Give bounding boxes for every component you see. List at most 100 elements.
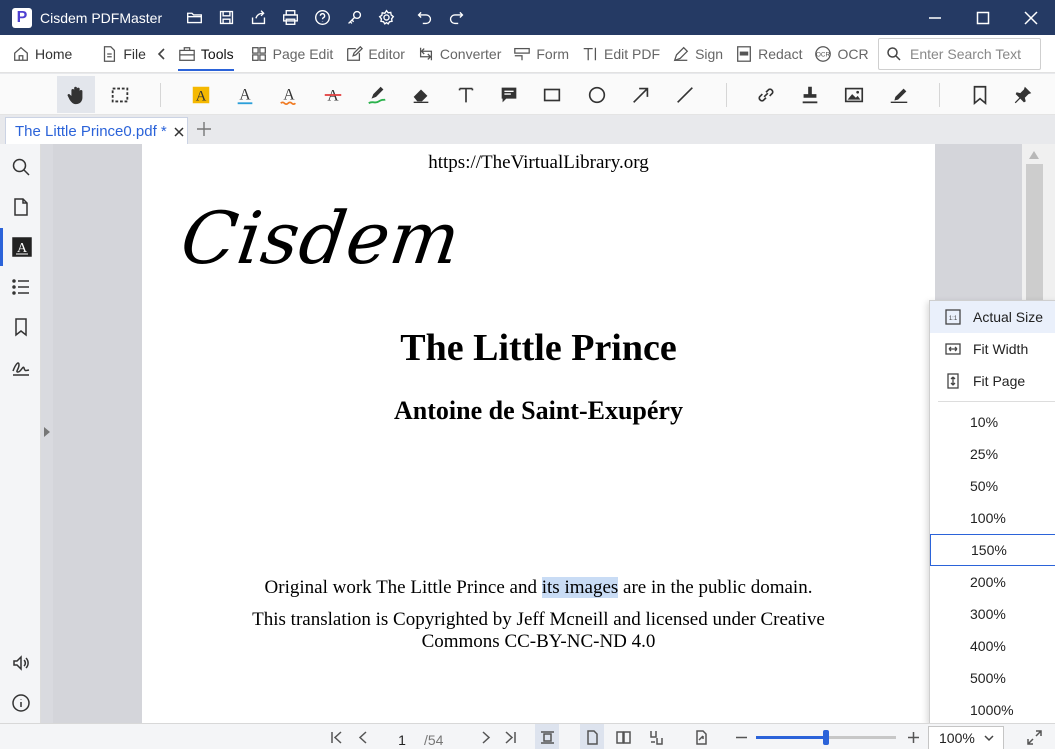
menu-sign[interactable]: Sign (666, 35, 729, 73)
arrow-icon[interactable] (622, 76, 660, 113)
menu-ocr[interactable]: OCR OCR (808, 35, 874, 73)
search-input[interactable] (910, 46, 1035, 62)
image-icon[interactable] (835, 76, 873, 113)
hand-tool-icon[interactable] (57, 76, 95, 113)
document-tab[interactable]: The Little Prince0.pdf * (5, 117, 188, 144)
zoom-option[interactable]: 300% (930, 598, 1055, 630)
home-icon (14, 46, 28, 61)
scroll-view-icon[interactable] (644, 724, 668, 749)
signature-icon[interactable] (0, 348, 41, 386)
menu-scroll-left-icon[interactable] (152, 35, 172, 73)
fullscreen-icon[interactable] (1022, 724, 1046, 749)
read-aloud-icon[interactable] (0, 644, 41, 682)
first-page-icon[interactable] (325, 724, 347, 749)
bookmark-icon[interactable] (961, 76, 999, 113)
squiggly-text-icon[interactable]: A (270, 76, 308, 113)
zoom-option[interactable]: 50% (930, 470, 1055, 502)
zoom-option[interactable]: 10% (930, 406, 1055, 438)
search-icon[interactable] (0, 148, 41, 186)
settings-icon[interactable] (370, 0, 402, 35)
menu-file[interactable]: File (94, 35, 152, 73)
scroll-up-icon[interactable] (1028, 147, 1044, 159)
comment-note-icon[interactable] (490, 76, 528, 113)
minimize-icon[interactable] (911, 0, 959, 35)
save-icon[interactable] (210, 0, 242, 35)
line-icon[interactable] (666, 76, 704, 113)
menu-form[interactable]: Form (507, 35, 575, 73)
pdf-page[interactable]: https://TheVirtualLibrary.org Cisdem The… (142, 144, 935, 723)
close-icon[interactable] (1007, 0, 1055, 35)
two-page-view-icon[interactable] (611, 724, 635, 749)
add-tab-icon[interactable] (196, 121, 214, 139)
zoom-slider-handle[interactable] (823, 730, 829, 745)
zoom-option[interactable]: 400% (930, 630, 1055, 662)
menu-converter[interactable]: Converter (411, 35, 507, 73)
zoom-out-icon[interactable] (731, 724, 751, 749)
zoom-actual-size[interactable]: 1:1 Actual Size (930, 301, 1055, 333)
menu-editor[interactable]: Editor (339, 35, 411, 73)
zoom-slider[interactable] (756, 730, 896, 745)
scrollbar-thumb[interactable] (1026, 164, 1043, 304)
page-thumbnail-icon[interactable] (0, 188, 41, 226)
rotate-page-icon[interactable] (690, 724, 712, 749)
zoom-in-icon[interactable] (903, 724, 923, 749)
menu-page-edit[interactable]: Page Edit (244, 35, 340, 73)
zoom-option[interactable]: 100% (930, 502, 1055, 534)
menu-tools[interactable]: Tools (172, 35, 240, 73)
zoom-option[interactable]: 200% (930, 566, 1055, 598)
text-box-icon[interactable] (447, 76, 485, 113)
zoom-fit-page[interactable]: Fit Page (930, 365, 1055, 397)
sidebar-collapse-handle[interactable] (41, 144, 53, 723)
open-folder-icon[interactable] (178, 0, 210, 35)
link-icon[interactable] (747, 76, 785, 113)
single-page-view-icon[interactable] (580, 724, 604, 749)
print-icon[interactable] (274, 0, 306, 35)
zoom-fit-width[interactable]: Fit Width (930, 333, 1055, 365)
current-page-input[interactable]: 1 (385, 727, 419, 749)
bookmark-icon[interactable] (0, 308, 41, 346)
actual-size-icon: 1:1 (945, 309, 961, 325)
book-author: Antoine de Saint-Exupéry (394, 396, 683, 425)
undo-icon[interactable] (408, 0, 440, 35)
rectangle-icon[interactable] (533, 76, 571, 113)
menu-sign-label: Sign (695, 45, 724, 62)
menu-redact[interactable]: Redact (729, 35, 808, 73)
eraser-icon[interactable] (402, 76, 440, 113)
highlighted-text[interactable]: its images (541, 577, 619, 598)
menu-edit-pdf[interactable]: Edit PDF (575, 35, 666, 73)
ellipse-icon[interactable] (578, 76, 616, 113)
zoom-select[interactable]: 100% (928, 726, 1004, 749)
outline-list-icon[interactable] (0, 268, 41, 306)
pin-icon[interactable] (1004, 76, 1042, 113)
menu-home[interactable]: Home (6, 35, 78, 73)
close-tab-icon[interactable] (173, 125, 185, 137)
annotation-icon[interactable]: A (0, 228, 41, 266)
fit-width-icon (945, 343, 961, 355)
underline-text-icon[interactable]: A (226, 76, 264, 113)
redo-icon[interactable] (440, 0, 472, 35)
info-icon[interactable] (0, 684, 41, 722)
highlight-text-icon[interactable]: A (182, 76, 220, 113)
stamp-icon[interactable] (791, 76, 829, 113)
strikeout-text-icon[interactable]: A (314, 76, 352, 113)
zoom-option[interactable]: 500% (930, 662, 1055, 694)
key-icon[interactable] (338, 0, 370, 35)
maximize-icon[interactable] (959, 0, 1007, 35)
search-box[interactable] (878, 38, 1041, 70)
cisdem-watermark-logo: Cisdem (176, 196, 466, 280)
zoom-option[interactable]: 1000% (930, 694, 1055, 726)
file-icon (104, 45, 116, 62)
menu-home-label: Home (35, 45, 73, 62)
share-icon[interactable] (242, 0, 274, 35)
help-icon[interactable] (306, 0, 338, 35)
zoom-option-current[interactable]: 150% (930, 534, 1055, 566)
para1-start: Original work The Little Prince and (264, 577, 542, 598)
pen-draw-icon[interactable] (358, 76, 396, 113)
previous-page-icon[interactable] (352, 724, 374, 749)
signature-icon[interactable] (880, 76, 918, 113)
fit-screen-icon[interactable] (535, 724, 559, 749)
zoom-option[interactable]: 25% (930, 438, 1055, 470)
marquee-select-icon[interactable] (101, 76, 139, 113)
last-page-icon[interactable] (499, 724, 521, 749)
next-page-icon[interactable] (474, 724, 496, 749)
